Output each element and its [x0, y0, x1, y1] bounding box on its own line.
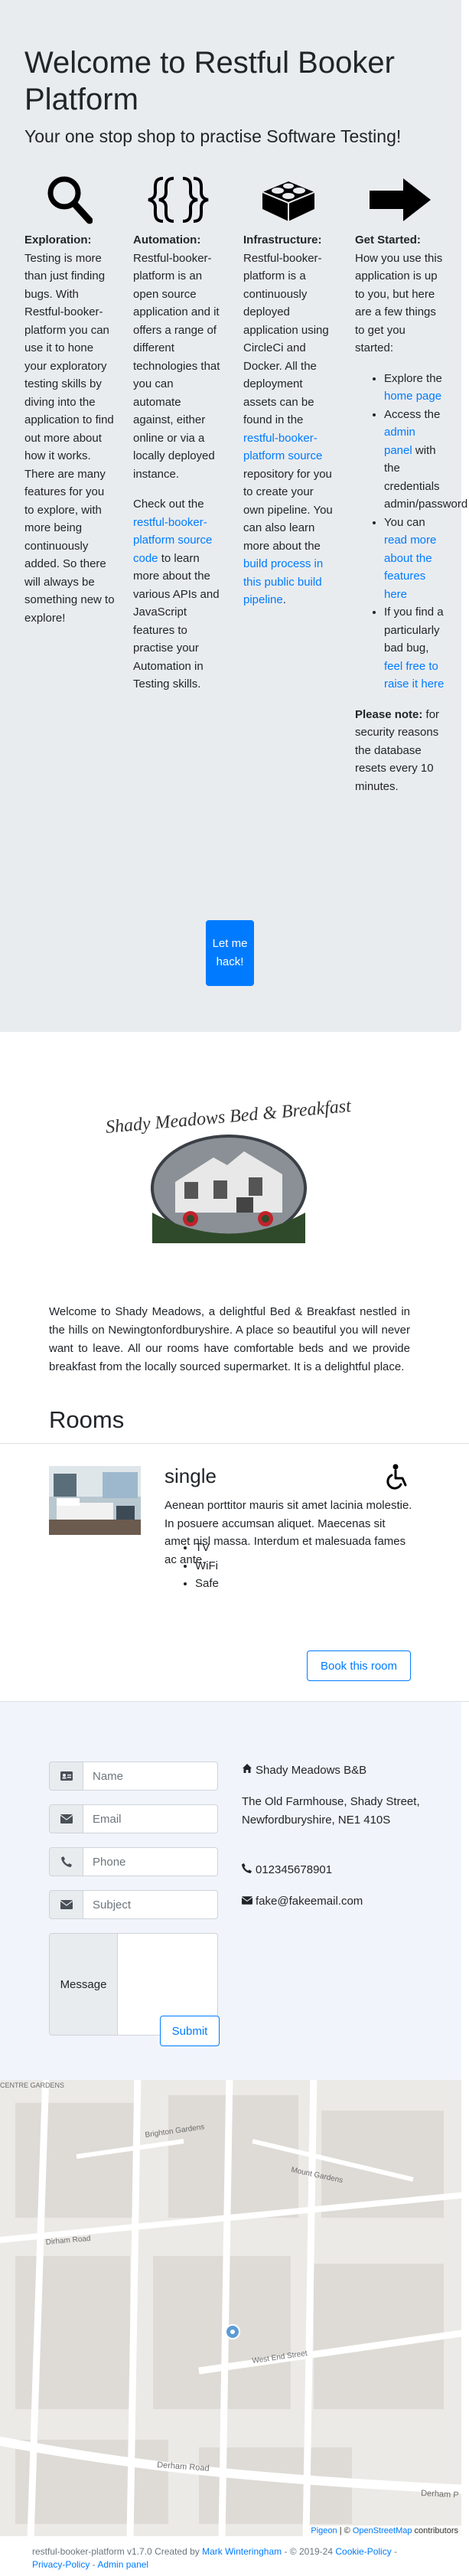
- automation-heading: Automation:: [133, 233, 201, 246]
- wheelchair-icon: [384, 1464, 410, 1490]
- name-input[interactable]: Name: [83, 1761, 218, 1791]
- let-me-hack-button[interactable]: Let me hack!: [206, 920, 254, 986]
- attribution-text: contributors: [412, 2526, 458, 2535]
- list-item: You can read more about the features her…: [384, 514, 445, 604]
- infrastructure-text-end: .: [282, 593, 286, 606]
- rooms-heading: Rooms: [49, 1406, 125, 1433]
- pigeon-link[interactable]: Pigeon: [311, 2526, 337, 2535]
- infrastructure-heading: Infrastructure:: [243, 233, 322, 246]
- hotel-logo: Shady Meadows Bed & Breakfast: [99, 1096, 359, 1251]
- automation-text: Restful-booker-platform is an open sourc…: [133, 251, 220, 481]
- note-heading: Please note:: [355, 707, 423, 721]
- infrastructure-text-mid: repository for you to create your own pi…: [243, 467, 333, 553]
- map-marker-icon: [225, 2324, 240, 2339]
- envelope-icon: [49, 1804, 83, 1833]
- phone-icon: [49, 1847, 83, 1876]
- features-link[interactable]: read more about the features here: [384, 534, 436, 601]
- room-name: single: [164, 1464, 217, 1487]
- map[interactable]: CENTRE GARDENS Brighton Gardens Mount Ga…: [0, 2080, 461, 2536]
- privacy-policy-link[interactable]: Privacy-Policy: [32, 2559, 90, 2570]
- feature-item: TV: [195, 1539, 219, 1557]
- subject-field-group: Subject: [49, 1890, 218, 1919]
- email-field-group: Email: [49, 1804, 218, 1833]
- automation-column: Automation: Restful-booker-platform is a…: [133, 168, 223, 706]
- message-label: Message: [49, 1933, 118, 2036]
- list-item: Explore the home page: [384, 370, 445, 406]
- phone-input[interactable]: Phone: [83, 1847, 218, 1876]
- admin-panel-link[interactable]: admin panel: [384, 426, 415, 457]
- arrow-right-icon: [355, 168, 445, 231]
- get-started-column: Get Started: How you use this applicatio…: [355, 168, 467, 808]
- envelope-icon: [49, 1890, 83, 1919]
- submit-button[interactable]: Submit: [160, 2016, 220, 2046]
- infrastructure-column: Infrastructure: Restful-booker-platform …: [243, 168, 334, 622]
- intro-text: Welcome to Shady Meadows, a delightful B…: [49, 1305, 410, 1373]
- attribution-text: | ©: [337, 2526, 353, 2535]
- list-item: Access the admin panel with the credenti…: [384, 406, 467, 514]
- map-attribution: Pigeon | © OpenStreetMap contributors: [308, 2525, 461, 2536]
- book-room-button[interactable]: Book this room: [307, 1650, 411, 1681]
- raise-bug-link[interactable]: feel free to raise it here: [384, 660, 444, 691]
- footer: restful-booker-platform v1.7.0 Created b…: [32, 2545, 430, 2571]
- hero-section: Welcome to Restful Booker Platform Your …: [0, 0, 467, 1032]
- footer-text: restful-booker-platform v1.7.0 Created b…: [32, 2546, 203, 2557]
- get-started-list: Explore the home page Access the admin p…: [355, 370, 467, 694]
- curly-braces-icon: [133, 168, 223, 231]
- home-page-link[interactable]: home page: [384, 390, 441, 403]
- hero-subtitle: Your one stop shop to practise Software …: [24, 126, 402, 146]
- get-started-heading: Get Started:: [355, 233, 421, 246]
- list-item-text: You can: [384, 515, 425, 529]
- magnifier-icon: [24, 168, 115, 231]
- email-input[interactable]: Email: [83, 1804, 218, 1833]
- list-item-text: Access the: [384, 407, 441, 421]
- subject-input[interactable]: Subject: [83, 1890, 218, 1919]
- admin-panel-footer-link[interactable]: Admin panel: [97, 2559, 148, 2570]
- name-field-group: Name: [49, 1761, 218, 1791]
- phone-icon: [242, 1861, 256, 1879]
- feature-item: Safe: [195, 1575, 219, 1593]
- infrastructure-text: Restful-booker-platform is a continuousl…: [243, 251, 329, 427]
- address-text: The Old Farmhouse, Shady Street, Newford…: [242, 1795, 420, 1827]
- list-item: If you find a particularly bad bug, feel…: [384, 603, 445, 694]
- automation-text2: Check out the: [133, 498, 204, 511]
- exploration-text: Testing is more than just finding bugs. …: [24, 251, 115, 625]
- footer-separator: -: [391, 2546, 398, 2557]
- envelope-icon: [241, 1892, 256, 1911]
- divider: [0, 1443, 469, 1444]
- list-item-text: If you find a particularly bad bug,: [384, 606, 444, 655]
- business-name-text: Shady Meadows B&B: [256, 1764, 367, 1777]
- phone-number-text: 012345678901: [256, 1863, 333, 1876]
- address: The Old Farmhouse, Shady Street, Newford…: [242, 1793, 425, 1829]
- hero-title: Welcome to Restful Booker Platform: [24, 46, 395, 116]
- room-features: TV WiFi Safe: [164, 1539, 219, 1593]
- cookie-policy-link[interactable]: Cookie-Policy: [335, 2546, 391, 2557]
- automation-text2-end: to learn more about the various APIs and…: [133, 551, 220, 691]
- email-address: fake@fakeemail.com: [241, 1892, 425, 1911]
- exploration-column: Exploration: Testing is more than just f…: [24, 168, 115, 639]
- business-name: Shady Meadows B&B: [242, 1761, 425, 1780]
- street-label: CENTRE GARDENS: [0, 2081, 64, 2089]
- footer-separator: -: [90, 2559, 98, 2570]
- list-item-text: Explore the: [384, 371, 442, 385]
- openstreetmap-link[interactable]: OpenStreetMap: [353, 2526, 412, 2535]
- email-address-text: fake@fakeemail.com: [256, 1895, 363, 1908]
- id-card-icon: [49, 1761, 83, 1791]
- feature-item: WiFi: [195, 1557, 219, 1575]
- room-image: [49, 1466, 141, 1535]
- phone-field-group: Phone: [49, 1847, 218, 1876]
- infra-source-link[interactable]: restful-booker-platform source: [243, 432, 322, 463]
- footer-years: - © 2019-24: [282, 2546, 336, 2557]
- lego-brick-icon: [243, 168, 334, 231]
- home-icon: [242, 1761, 256, 1780]
- logo-text: Shady Meadows Bed & Breakfast: [105, 1098, 353, 1138]
- get-started-text: How you use this application is up to yo…: [355, 251, 443, 355]
- author-link[interactable]: Mark Winteringham: [202, 2546, 282, 2557]
- phone-number: 012345678901: [242, 1861, 425, 1879]
- exploration-heading: Exploration:: [24, 233, 92, 246]
